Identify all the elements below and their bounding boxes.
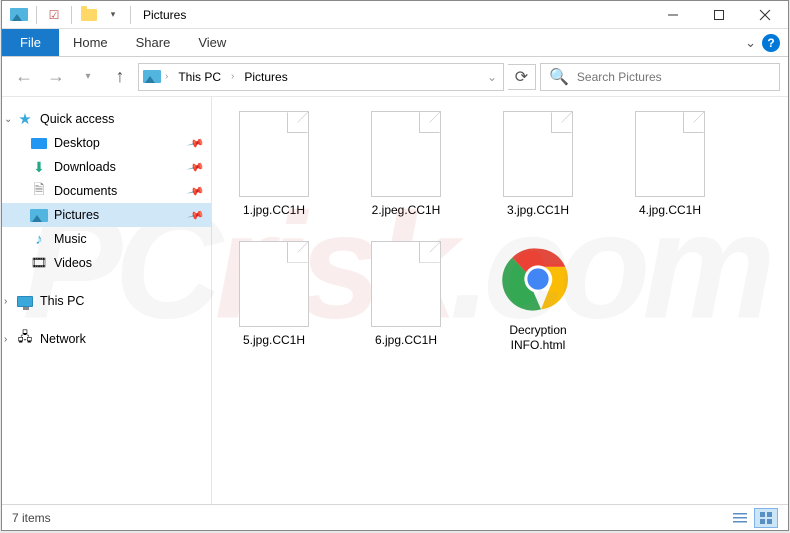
expand-ribbon-icon[interactable]: ⌄ [745,35,756,51]
file-name: 3.jpg.CC1H [507,203,569,219]
star-icon: ★ [16,110,34,128]
network-icon: 🖧 [16,330,34,348]
tab-share[interactable]: Share [122,29,185,56]
tab-home[interactable]: Home [59,29,122,56]
file-name: 4.jpg.CC1H [639,203,701,219]
icons-view-button[interactable] [754,508,778,528]
address-dropdown-icon[interactable]: ⌄ [485,70,499,84]
pin-icon: 📌 [187,158,205,176]
file-item[interactable]: 5.jpg.CC1H [226,241,322,354]
nav-label: Documents [54,184,117,198]
file-item[interactable]: 3.jpg.CC1H [490,111,586,219]
location-icon [143,68,161,86]
nav-downloads[interactable]: ⬇ Downloads 📌 [2,155,211,179]
chevron-right-icon[interactable]: › [163,71,170,82]
nav-label: This PC [40,294,84,308]
maximize-button[interactable] [696,1,742,29]
blank-file-icon [503,111,573,197]
search-icon: 🔍 [549,67,569,87]
app-icon [8,4,30,26]
blank-file-icon [371,241,441,327]
nav-label: Videos [54,256,92,270]
nav-label: Desktop [54,136,100,150]
chevron-right-icon[interactable]: › [229,71,236,82]
blank-file-icon [371,111,441,197]
downloads-icon: ⬇ [30,158,48,176]
file-item[interactable]: 6.jpg.CC1H [358,241,454,354]
breadcrumb-pictures[interactable]: Pictures [238,68,293,86]
explorer-window: PCrisk.com ☑ ▾ Pictures File Home [1,0,789,531]
file-grid: 1.jpg.CC1H 2.jpeg.CC1H 3.jpg.CC1H 4.jpg.… [226,111,774,354]
new-folder-icon[interactable] [78,4,100,26]
nav-pictures[interactable]: Pictures 📌 [2,203,211,227]
nav-label: Quick access [40,112,114,126]
file-view[interactable]: 1.jpg.CC1H 2.jpeg.CC1H 3.jpg.CC1H 4.jpg.… [212,97,788,504]
item-count: 7 items [12,511,51,525]
nav-label: Music [54,232,87,246]
nav-label: Pictures [54,208,99,222]
pin-icon: 📌 [187,134,205,152]
nav-label: Network [40,332,86,346]
recent-dropdown[interactable]: ▾ [74,63,102,91]
computer-icon [16,292,34,310]
file-name: 5.jpg.CC1H [243,333,305,349]
nav-documents[interactable]: 🗎 Documents 📌 [2,179,211,203]
file-item[interactable]: 1.jpg.CC1H [226,111,322,219]
separator [130,6,131,24]
nav-videos[interactable]: 🎞 Videos [2,251,211,275]
pictures-icon [30,206,48,224]
nav-quick-access[interactable]: ⌄ ★ Quick access [2,107,211,131]
pin-icon: 📌 [187,182,205,200]
separator [71,6,72,24]
search-input[interactable] [577,70,771,84]
file-name: 2.jpeg.CC1H [372,203,441,219]
nav-desktop[interactable]: Desktop 📌 [2,131,211,155]
blank-file-icon [239,111,309,197]
file-name: 6.jpg.CC1H [375,333,437,349]
body: ⌄ ★ Quick access Desktop 📌 ⬇ Downloads 📌… [2,97,788,504]
back-button[interactable]: ← [10,63,38,91]
address-bar[interactable]: › This PC › Pictures ⌄ [138,63,504,91]
statusbar: 7 items [2,504,788,530]
music-icon: ♪ [30,230,48,248]
blank-file-icon [635,111,705,197]
document-icon: 🗎 [30,182,48,200]
navbar: ← → ▾ ↑ › This PC › Pictures ⌄ ⟳ 🔍 [2,57,788,97]
close-button[interactable] [742,1,788,29]
help-icon[interactable]: ? [762,34,780,52]
file-item[interactable]: 4.jpg.CC1H [622,111,718,219]
file-item[interactable]: 2.jpeg.CC1H [358,111,454,219]
navigation-pane: ⌄ ★ Quick access Desktop 📌 ⬇ Downloads 📌… [2,97,212,504]
file-tab[interactable]: File [2,29,59,56]
chevron-right-icon: › [4,334,7,345]
desktop-icon [30,134,48,152]
properties-icon[interactable]: ☑ [43,4,65,26]
blank-file-icon [239,241,309,327]
file-name: 1.jpg.CC1H [243,203,305,219]
tab-view[interactable]: View [184,29,240,56]
nav-label: Downloads [54,160,116,174]
nav-music[interactable]: ♪ Music [2,227,211,251]
breadcrumb-this-pc[interactable]: This PC [172,68,227,86]
nav-network[interactable]: › 🖧 Network [2,327,211,351]
file-name: Decryption INFO.html [490,323,586,354]
details-view-button[interactable] [728,508,752,528]
minimize-button[interactable] [650,1,696,29]
chrome-icon [500,241,576,317]
pin-icon: 📌 [187,206,205,224]
chevron-right-icon: › [4,296,7,307]
window-title: Pictures [143,8,186,22]
ribbon: File Home Share View ⌄ ? [2,29,788,57]
videos-icon: 🎞 [30,254,48,272]
file-item[interactable]: Decryption INFO.html [490,241,586,354]
separator [36,6,37,24]
chevron-down-icon: ⌄ [4,114,12,125]
up-button[interactable]: ↑ [106,63,134,91]
forward-button[interactable]: → [42,63,70,91]
nav-this-pc[interactable]: › This PC [2,289,211,313]
refresh-button[interactable]: ⟳ [508,64,536,90]
qat-dropdown-icon[interactable]: ▾ [102,4,124,26]
search-box[interactable]: 🔍 [540,63,780,91]
titlebar: ☑ ▾ Pictures [2,1,788,29]
